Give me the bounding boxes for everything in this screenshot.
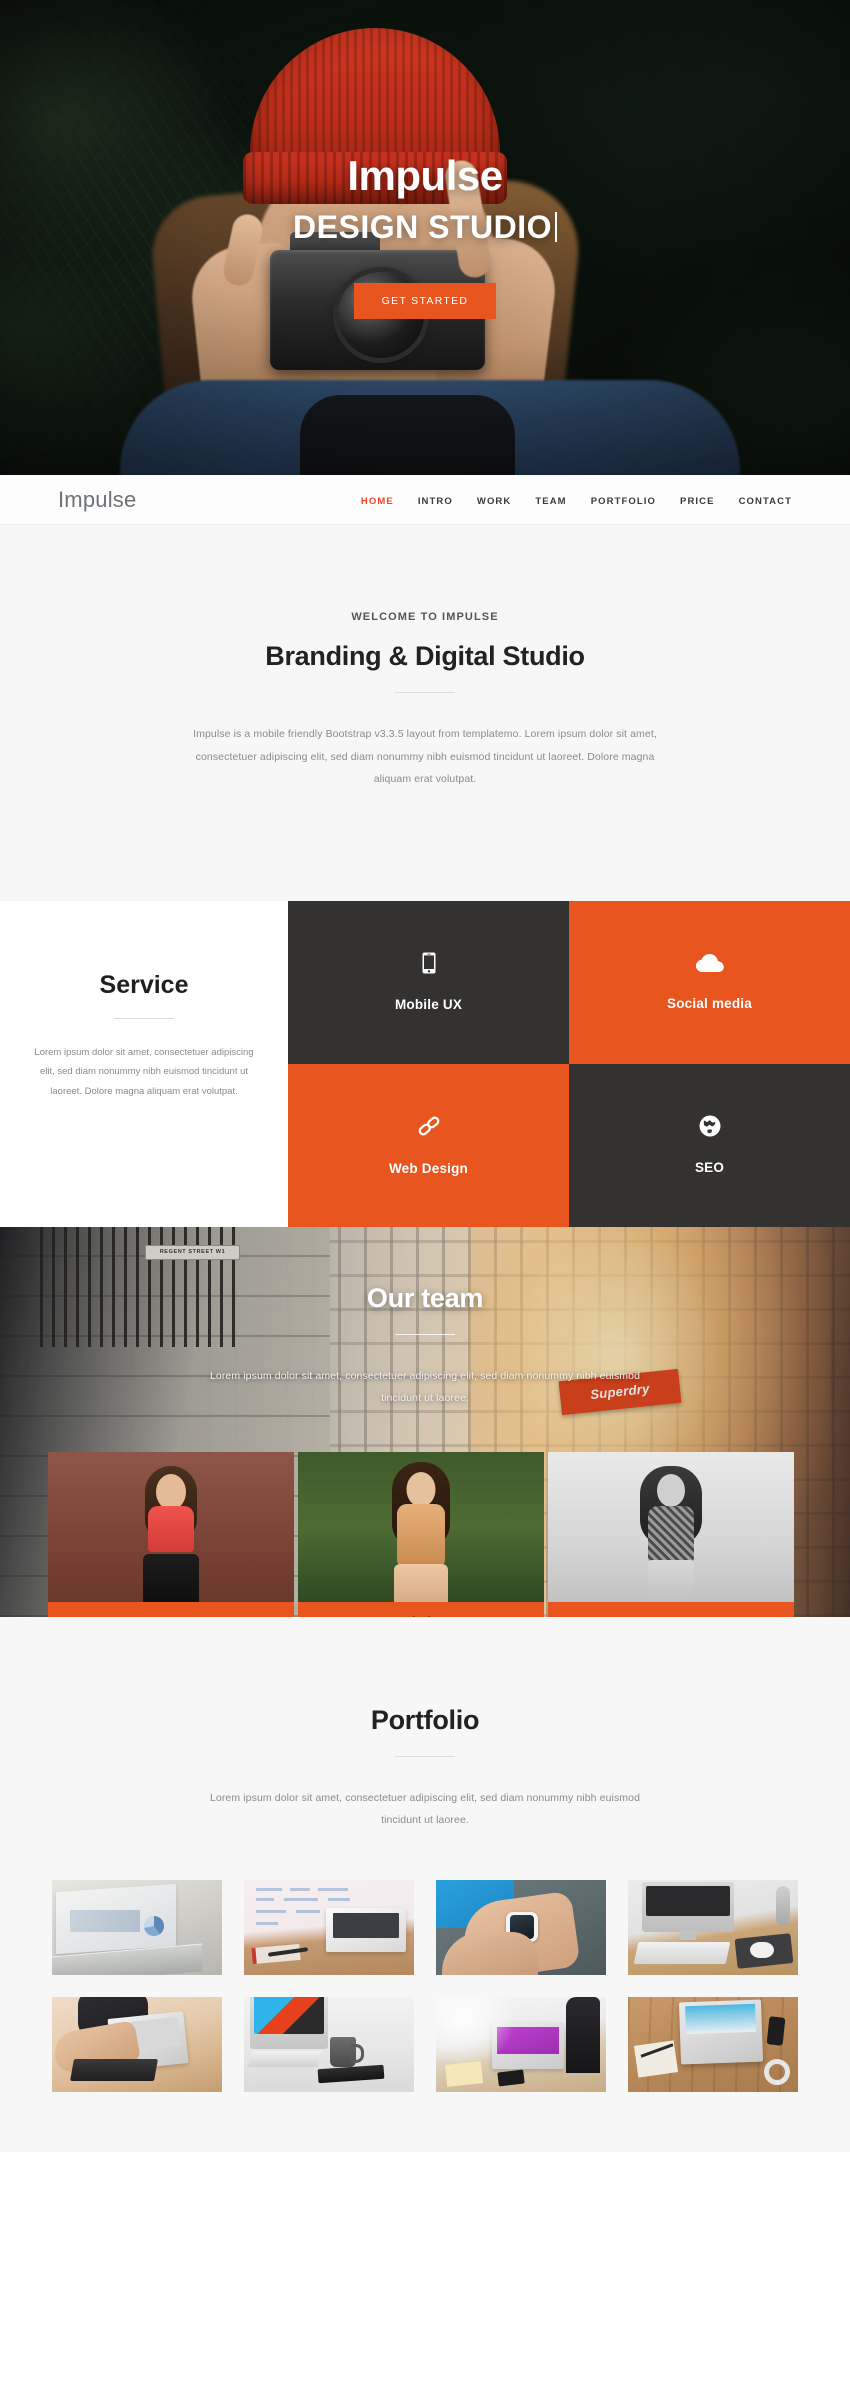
hero-subtitle-text: DESIGN STUDIO bbox=[293, 209, 552, 245]
globe-icon bbox=[699, 1115, 721, 1142]
hero-title: Impulse bbox=[347, 152, 503, 199]
portfolio-grid bbox=[0, 1879, 850, 2092]
team-member-name: Tracy bbox=[48, 1615, 294, 1617]
team-member-info: Tracy Designer bbox=[48, 1601, 294, 1617]
intro-eyebrow: WELCOME TO IMPULSE bbox=[351, 611, 499, 623]
portfolio-divider bbox=[395, 1755, 455, 1757]
team-member-cards: Tracy Designer Linda Manager bbox=[0, 1451, 850, 1617]
service-tile-label: Web Design bbox=[388, 1161, 468, 1177]
service-tile-social-media[interactable]: Social media bbox=[569, 900, 850, 1064]
get-started-button[interactable]: GET STARTED bbox=[353, 283, 497, 319]
brand-logo[interactable]: Impulse bbox=[58, 487, 136, 513]
intro-title: Branding & Digital Studio bbox=[265, 641, 585, 671]
nav-link-work[interactable]: WORK bbox=[477, 496, 511, 507]
nav-link-portfolio[interactable]: PORTFOLIO bbox=[591, 496, 656, 507]
portfolio-item-smartwatch[interactable] bbox=[436, 1879, 606, 1975]
team-section: REGENT STREET W1 Superdry Our team Lorem… bbox=[0, 1226, 850, 1617]
portfolio-item-typing-laptop[interactable] bbox=[52, 1996, 222, 2092]
cloud-icon bbox=[695, 953, 724, 978]
nav-link-team[interactable]: TEAM bbox=[535, 496, 566, 507]
typewriter-caret bbox=[554, 212, 557, 242]
service-paragraph: Lorem ipsum dolor sit amet, consectetuer… bbox=[34, 1046, 254, 1097]
service-divider bbox=[114, 1017, 174, 1019]
nav-item-work[interactable]: WORK bbox=[477, 491, 511, 509]
team-card-linda[interactable]: Linda Manager bbox=[298, 1451, 544, 1617]
team-card-tracy[interactable]: Tracy Designer bbox=[48, 1451, 294, 1617]
nav-links: HOME INTRO WORK TEAM PORTFOLIO PRICE CON… bbox=[361, 491, 792, 509]
team-divider bbox=[395, 1333, 455, 1335]
portfolio-item-bright-office[interactable] bbox=[436, 1996, 606, 2092]
nav-link-contact[interactable]: CONTACT bbox=[739, 496, 792, 507]
team-heading-block: Our team Lorem ipsum dolor sit amet, con… bbox=[0, 1227, 850, 1410]
service-tile-label: Social media bbox=[667, 995, 752, 1011]
service-title: Service bbox=[99, 970, 189, 999]
team-member-info: Linda Manager bbox=[298, 1601, 544, 1617]
team-member-name: Mary bbox=[548, 1615, 794, 1617]
nav-item-team[interactable]: TEAM bbox=[535, 491, 566, 509]
nav-item-contact[interactable]: CONTACT bbox=[739, 491, 792, 509]
portfolio-paragraph: Lorem ipsum dolor sit amet, consectetuer… bbox=[209, 1791, 641, 1827]
service-intro: Service Lorem ipsum dolor sit amet, cons… bbox=[0, 900, 288, 1227]
nav-item-intro[interactable]: INTRO bbox=[418, 491, 453, 509]
team-member-name: Linda bbox=[298, 1615, 544, 1617]
service-tile-label: SEO bbox=[694, 1160, 725, 1176]
service-tile-mobile-ux[interactable]: Mobile UX bbox=[288, 900, 569, 1064]
hero-subtitle: DESIGN STUDIO bbox=[293, 211, 557, 243]
team-card-mary[interactable]: Mary Developer bbox=[548, 1451, 794, 1617]
portfolio-item-imac-desk[interactable] bbox=[628, 1879, 798, 1975]
hero-section: Impulse DESIGN STUDIO GET STARTED bbox=[0, 0, 850, 475]
chain-link-icon bbox=[417, 1114, 441, 1143]
team-paragraph: Lorem ipsum dolor sit amet, consectetuer… bbox=[209, 1369, 641, 1405]
main-navbar: Impulse HOME INTRO WORK TEAM PORTFOLIO P… bbox=[0, 475, 850, 525]
nav-item-portfolio[interactable]: PORTFOLIO bbox=[591, 491, 656, 509]
team-member-photo bbox=[548, 1451, 794, 1602]
nav-link-home[interactable]: HOME bbox=[361, 496, 394, 507]
service-tile-seo[interactable]: SEO bbox=[569, 1063, 850, 1227]
portfolio-item-laptop-analytics[interactable] bbox=[52, 1879, 222, 1975]
landing-page: Impulse DESIGN STUDIO GET STARTED Impuls… bbox=[0, 0, 850, 2152]
portfolio-item-laptop-notebook[interactable] bbox=[244, 1879, 414, 1975]
portfolio-item-imac-mug[interactable] bbox=[244, 1996, 414, 2092]
service-section: Service Lorem ipsum dolor sit amet, cons… bbox=[0, 900, 850, 1227]
intro-section: WELCOME TO IMPULSE Branding & Digital St… bbox=[0, 525, 850, 901]
portfolio-item-macbook-headphones[interactable] bbox=[628, 1996, 798, 2092]
service-tile-web-design[interactable]: Web Design bbox=[288, 1063, 569, 1227]
team-member-photo bbox=[48, 1451, 294, 1602]
intro-divider bbox=[395, 692, 455, 693]
team-member-info: Mary Developer bbox=[548, 1601, 794, 1617]
nav-item-price[interactable]: PRICE bbox=[680, 491, 715, 509]
nav-link-price[interactable]: PRICE bbox=[680, 496, 715, 507]
portfolio-title: Portfolio bbox=[370, 1704, 480, 1735]
service-tile-label: Mobile UX bbox=[394, 997, 463, 1013]
portfolio-section: Portfolio Lorem ipsum dolor sit amet, co… bbox=[0, 1616, 850, 2152]
intro-paragraph: Impulse is a mobile friendly Bootstrap v… bbox=[193, 728, 657, 786]
service-tiles: Mobile UX Social media Web Design SEO bbox=[288, 900, 850, 1227]
nav-item-home[interactable]: HOME bbox=[361, 491, 394, 509]
nav-link-intro[interactable]: INTRO bbox=[418, 496, 453, 507]
mobile-phone-icon bbox=[422, 952, 436, 979]
team-title: Our team bbox=[366, 1282, 484, 1313]
team-member-photo bbox=[298, 1451, 544, 1602]
